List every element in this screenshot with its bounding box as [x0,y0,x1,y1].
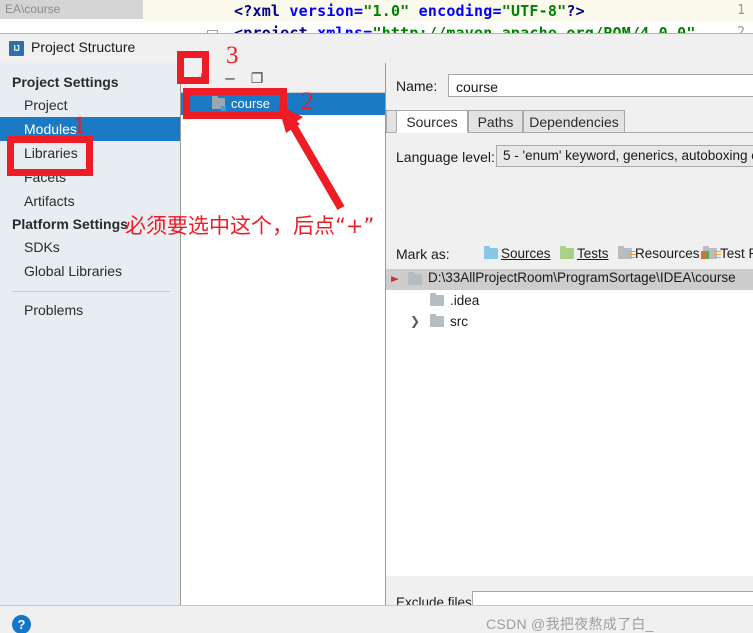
mark-as-resources-button[interactable]: Resources [618,244,700,265]
content-root-row[interactable]: ► D:\33AllProjectRoom\ProgramSortage\IDE… [386,269,753,290]
mark-as-test-resources-label: Test Resc [720,246,753,261]
sidebar-item-project[interactable]: Project [0,93,180,117]
module-label: course [231,96,271,111]
tab-paths[interactable]: Paths [468,110,523,133]
tabstrip-leading-stub [386,110,396,133]
tree-row[interactable]: ❯ src [386,311,753,332]
mark-as-row: Mark as: Sources Tests Resources Test Re… [386,244,753,265]
project-structure-dialog: Project Structure Project Settings Proje… [0,33,753,633]
sidebar-item-libraries[interactable]: Libraries [0,141,180,165]
sidebar-item-global-libraries[interactable]: Global Libraries [0,259,180,283]
test-resources-icon [701,246,721,260]
gray-resources-icon [618,246,636,260]
copy-module-button[interactable]: ❐ [247,68,267,88]
modules-toolbar: + – ❐ [181,63,385,93]
dialog-bottom-bar: ? CSDN @我把夜熬成了白_ [0,605,753,633]
code-token: version= [289,2,364,20]
sidebar-item-problems[interactable]: Problems [0,298,180,322]
mark-as-resources-label: Resources [635,246,700,261]
language-level-select[interactable]: 5 - 'enum' keyword, generics, autoboxing… [496,145,753,167]
tree-label: .idea [450,293,480,308]
module-name-input[interactable] [448,74,753,97]
mark-as-test-resources-button[interactable]: Test Resc [701,244,753,265]
folder-icon [430,293,444,306]
language-level-label: Language level: [396,149,495,165]
intellij-idea-icon [9,41,24,56]
code-line-1: <?xml version="1.0" encoding="UTF-8"?> [234,2,585,20]
add-module-button[interactable]: + [192,68,212,88]
module-detail-panel: Name: Sources Paths Dependencies Languag… [386,63,753,605]
dialog-title: Project Structure [31,39,136,55]
sidebar-divider [12,291,170,292]
tree-label: src [450,314,468,329]
modules-list: course [181,93,385,604]
editor-tab[interactable]: EA\course [0,0,143,19]
mark-as-tests-button[interactable]: Tests [560,244,609,265]
content-root-marker-icon: ► [388,274,402,285]
language-level-row: Language level: 5 - 'enum' keyword, gene… [386,145,753,168]
plus-icon: + [197,68,207,87]
mark-as-label: Mark as: [396,246,450,262]
module-folder-icon [212,96,226,111]
chevron-right-icon[interactable]: ❯ [410,315,422,327]
settings-sidebar: Project Settings Project Modules Librari… [0,63,181,605]
csdn-watermark: CSDN @我把夜熬成了白_ [486,616,654,632]
content-root-tree: .idea ❯ src [386,290,753,576]
sidebar-item-sdks[interactable]: SDKs [0,235,180,259]
mark-as-sources-label: Sources [501,246,551,261]
help-icon[interactable]: ? [12,615,31,633]
code-token: ?> [566,2,585,20]
detail-tabstrip: Sources Paths Dependencies [386,108,753,133]
folder-icon [430,314,444,327]
name-label: Name: [396,78,438,94]
tab-dependencies[interactable]: Dependencies [523,110,625,133]
module-name-row: Name: [386,74,753,98]
blue-folder-icon [484,246,498,259]
exclude-files-label: Exclude files: [396,595,476,605]
mark-as-sources-button[interactable]: Sources [484,244,551,265]
gutter-line-1 [143,0,220,22]
dialog-titlebar: Project Structure [0,34,753,63]
sidebar-item-modules[interactable]: Modules [0,117,180,141]
green-folder-icon [560,246,574,259]
sidebar-group-project-settings: Project Settings [12,74,119,90]
code-token: "1.0" [363,2,410,20]
minus-icon: – [225,68,235,87]
tree-row[interactable]: .idea [386,290,753,311]
code-token: <?xml [234,2,290,20]
tab-sources[interactable]: Sources [396,110,468,133]
copy-icon: ❐ [250,70,264,86]
line-number-1: 1 [737,3,745,18]
code-token: encoding= [409,2,502,20]
content-root-path: D:\33AllProjectRoom\ProgramSortage\IDEA\… [428,270,736,285]
sidebar-item-artifacts[interactable]: Artifacts [0,189,180,213]
list-item[interactable]: course [181,93,385,115]
remove-module-button[interactable]: – [220,68,240,88]
sidebar-group-platform-settings: Platform Settings [12,216,128,232]
mark-as-tests-label: Tests [577,246,609,261]
modules-list-panel: + – ❐ course [181,63,386,605]
sidebar-item-facets[interactable]: Facets [0,165,180,189]
content-root-folder-icon [408,272,422,285]
exclude-files-input[interactable] [472,591,753,605]
code-token: "UTF-8" [501,2,567,20]
